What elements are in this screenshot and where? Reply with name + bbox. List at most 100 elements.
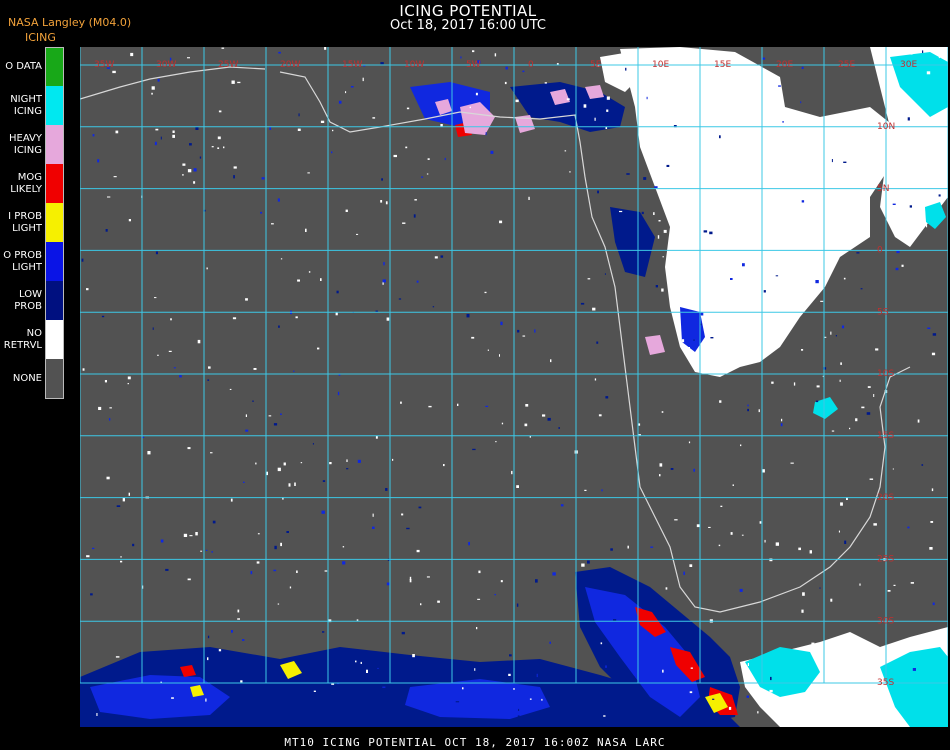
speckle [366,669,368,673]
speckle [231,80,235,84]
legend-swatch [46,164,64,203]
speckle [662,669,664,673]
speckle [659,463,663,467]
speckle [509,654,512,657]
speckle [457,403,459,406]
speckle [770,676,772,681]
speckle [466,710,469,713]
speckle [566,98,570,101]
speckle [346,459,348,462]
speckle [605,396,609,399]
latitude-label: 5S [877,307,889,317]
speckle [703,230,708,233]
speckle [708,119,712,123]
speckle [587,278,591,280]
speckle [232,317,237,320]
speckle [666,164,670,167]
speckle [782,121,784,123]
speckle [160,539,164,543]
speckle [594,117,596,121]
speckle [273,423,278,426]
speckle [759,521,762,524]
speckle [872,689,875,691]
longitude-label: 20E [776,60,793,70]
longitude-label: 35W [94,60,114,70]
longitude-label: 15W [342,60,362,70]
speckle [245,414,247,417]
speckle [929,547,933,550]
legend-label: O DATA [5,60,42,72]
speckle [708,526,711,528]
speckle [472,448,476,451]
timestamp-subtitle: Oct 18, 2017 16:00 UTC [390,18,546,33]
speckle [147,451,151,455]
speckle [240,680,243,683]
speckle [626,173,630,175]
speckle [471,336,475,339]
speckle [345,91,347,94]
speckle [206,267,208,270]
speckle [732,484,734,486]
speckle [638,423,641,426]
speckle [866,412,871,415]
speckle [331,151,333,154]
speckle [839,379,841,382]
speckle [819,587,821,589]
speckle [280,413,282,415]
speckle [268,415,272,417]
speckle [841,325,845,329]
legend-label: LOW PROB [14,288,42,312]
speckle [508,673,511,676]
legend-item: I PROB LIGHT [0,203,66,242]
speckle [516,603,519,607]
speckle [771,381,774,384]
speckle [683,571,685,575]
speckle [218,649,222,652]
speckle [932,333,937,336]
speckle [405,146,408,149]
speckle [909,214,913,218]
speckle [237,81,241,84]
speckle [741,534,744,536]
speckle [598,414,602,417]
speckle [283,462,286,466]
speckle [528,196,530,200]
speckle [179,375,182,378]
speckle [661,411,664,413]
speckle [663,229,667,233]
speckle [385,201,388,205]
speckle [495,441,497,443]
legend-label: NONE [12,372,42,384]
speckle [92,134,95,137]
speckle [650,546,654,548]
speckle [831,430,835,432]
speckle [922,166,925,170]
speckle [922,50,924,53]
speckle [843,277,846,280]
speckle [205,549,208,551]
legend-swatch [46,86,64,125]
speckle [322,480,326,482]
speckle [500,580,503,583]
speckle [298,113,300,117]
speckle [817,241,819,245]
speckle [427,158,430,160]
legend-item: HEAVY ICING [0,125,66,164]
speckle [881,69,885,73]
speckle [830,331,832,335]
speckle [345,209,348,212]
speckle [581,563,585,567]
legend-item: NIGHT ICING [0,86,66,125]
speckle [472,50,475,53]
speckle [678,281,682,285]
speckle [307,172,310,174]
speckle [187,447,191,450]
speckle [633,676,635,679]
speckle [654,186,658,189]
speckle [494,53,497,57]
speckle [693,468,695,472]
speckle [801,349,804,351]
speckle [294,482,296,486]
speckle [151,92,153,95]
speckle [891,106,893,109]
